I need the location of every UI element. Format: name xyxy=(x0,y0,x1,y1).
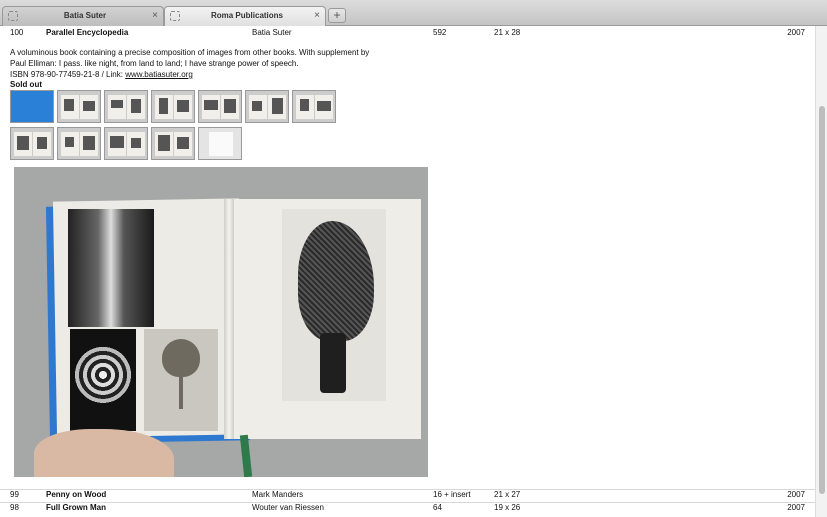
tab-batia-suter[interactable]: Batia Suter × xyxy=(2,6,164,26)
new-tab-button[interactable]: + xyxy=(328,8,346,23)
entry-number: 100 xyxy=(10,28,24,37)
close-icon[interactable]: × xyxy=(152,10,158,22)
table-row[interactable]: 100 Parallel Encyclopedia Batia Suter 59… xyxy=(0,27,815,39)
isbn-line: ISBN 978-90-77459-21-8 / Link: www.batia… xyxy=(10,69,390,80)
entry-artist: Batia Suter xyxy=(252,28,292,37)
entry-year: 2007 xyxy=(787,503,805,512)
sold-out-status: Sold out xyxy=(10,80,42,89)
thumbnail-image[interactable] xyxy=(104,127,148,160)
entry-pages: 64 xyxy=(433,503,442,512)
entry-size: 21 x 27 xyxy=(494,490,521,499)
entry-artist: Wouter van Riessen xyxy=(252,503,324,512)
tab-title: Batia Suter xyxy=(63,11,107,20)
thumbnail-image[interactable] xyxy=(245,90,289,123)
entry-title[interactable]: Penny on Wood xyxy=(46,489,106,501)
thumbnail-image[interactable] xyxy=(104,90,148,123)
artist-website-link[interactable]: www.batiasuter.org xyxy=(125,70,193,79)
page-content: 100 Parallel Encyclopedia Batia Suter 59… xyxy=(0,26,815,517)
entry-number: 98 xyxy=(10,503,19,512)
entry-title[interactable]: Full Grown Man xyxy=(46,502,106,514)
thumbnail-image[interactable] xyxy=(57,90,101,123)
book-spine xyxy=(224,199,234,439)
isbn-text: ISBN 978-90-77459-21-8 / Link: xyxy=(10,70,126,79)
thumbnail-image[interactable] xyxy=(198,127,242,160)
entry-pages: 16 + insert xyxy=(433,490,471,499)
tab-roma-publications[interactable]: Roma Publications × xyxy=(164,6,326,26)
thumbnail-image[interactable] xyxy=(151,90,195,123)
thumbnail-image[interactable] xyxy=(198,90,242,123)
thumbnail-image[interactable] xyxy=(151,127,195,160)
photo-plate xyxy=(282,209,386,401)
entry-pages: 592 xyxy=(433,28,447,37)
close-icon[interactable]: × xyxy=(314,10,320,22)
browser-tab-bar: Batia Suter × Roma Publications × + xyxy=(0,0,827,26)
entry-year: 2007 xyxy=(787,28,805,37)
vertical-scrollbar[interactable] xyxy=(815,26,827,517)
entry-size: 19 x 26 xyxy=(494,503,521,512)
table-row[interactable]: 98 Full Grown Man Wouter van Riessen 64 … xyxy=(0,502,815,514)
thumbnail-image[interactable] xyxy=(10,127,54,160)
photo-plate xyxy=(68,209,154,327)
entry-description: A voluminous book containing a precise c… xyxy=(10,47,390,80)
page-icon xyxy=(170,11,180,21)
thumbnail-image[interactable] xyxy=(10,90,54,123)
entry-year: 2007 xyxy=(787,490,805,499)
photo-plate xyxy=(70,329,136,431)
tab-title: Roma Publications xyxy=(210,11,283,20)
table-row[interactable]: 99 Penny on Wood Mark Manders 16 + inser… xyxy=(0,489,815,501)
entry-size: 21 x 28 xyxy=(494,28,521,37)
entry-artist: Mark Manders xyxy=(252,490,304,499)
photo-plate xyxy=(144,329,218,431)
entry-title[interactable]: Parallel Encyclopedia xyxy=(46,27,128,39)
book-photo[interactable] xyxy=(14,167,428,477)
entry-number: 99 xyxy=(10,490,19,499)
description-line: A voluminous book containing a precise c… xyxy=(10,48,370,57)
bookmark-ribbon xyxy=(239,434,253,477)
thumbnail-image[interactable] xyxy=(57,127,101,160)
description-line: Paul Elliman: I pass. like night, from l… xyxy=(10,59,299,68)
scrollbar-thumb[interactable] xyxy=(819,106,825,494)
thumbnail-image[interactable] xyxy=(292,90,336,123)
page-icon xyxy=(8,11,18,21)
